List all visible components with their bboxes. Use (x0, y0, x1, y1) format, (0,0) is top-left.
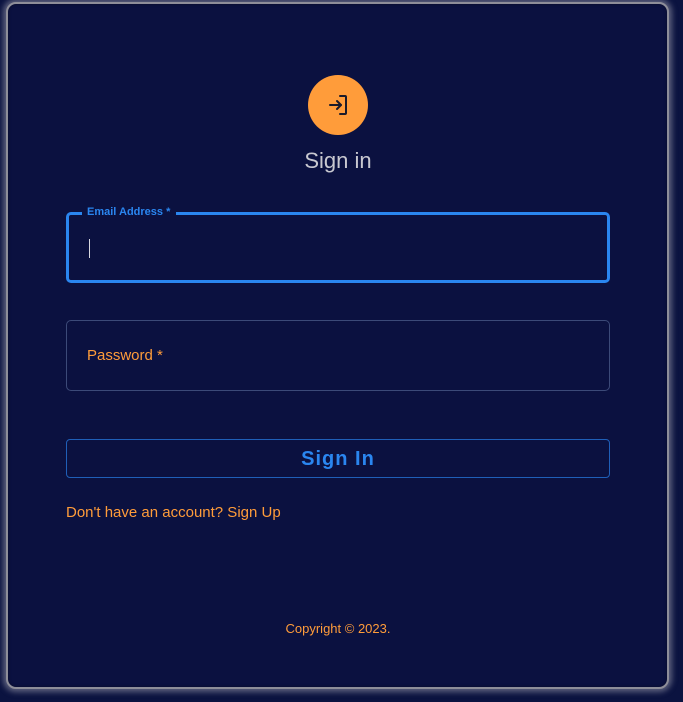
login-icon (329, 95, 347, 115)
email-label: Email Address * (82, 205, 177, 219)
page-title: Sign in (304, 148, 372, 173)
email-input[interactable] (87, 235, 587, 259)
sign-in-button[interactable]: Sign In (66, 439, 610, 478)
sign-up-link[interactable]: Don't have an account? Sign Up (66, 504, 281, 522)
login-avatar (308, 75, 368, 135)
copyright-text: Copyright © 2023. (285, 621, 391, 636)
password-input[interactable] (87, 343, 587, 367)
email-field[interactable]: Email Address * (66, 205, 610, 283)
page-background: Sign in Email Address * Sign In Don't ha… (0, 0, 683, 702)
text-caret (89, 239, 90, 258)
password-field[interactable] (66, 320, 610, 391)
